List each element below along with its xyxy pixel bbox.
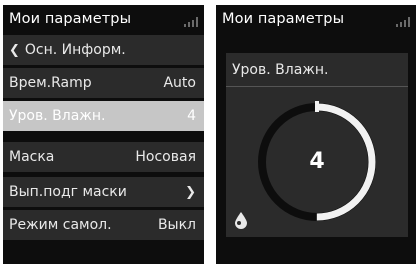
- menu-item-value: Носовая: [135, 149, 196, 165]
- menu-item-label: Маска: [9, 149, 55, 165]
- menu-item-label: Вып.подг маски: [9, 184, 127, 200]
- humidity-value: 4: [309, 149, 325, 174]
- settings-menu-screen: Мои параметры ❮ Осн. Информ. Врем.Ramp A…: [3, 5, 204, 264]
- menu-item-label: Уров. Влажн.: [9, 108, 106, 124]
- water-drop-icon: [235, 212, 247, 229]
- status-bar: Мои параметры: [216, 5, 416, 33]
- menu-item-value: Выкл: [157, 217, 196, 233]
- signal-icon: [396, 17, 410, 27]
- chevron-left-icon: ❮: [9, 42, 20, 58]
- chevron-right-icon: ❯: [185, 184, 196, 200]
- menu-item-value: 4: [187, 108, 196, 124]
- menu-item-mask[interactable]: Маска Носовая: [3, 142, 204, 172]
- screen-title: Мои параметры: [9, 11, 132, 27]
- menu-item-label: Врем.Ramp: [9, 75, 92, 91]
- screen-title: Мои параметры: [222, 11, 345, 27]
- menu-item-label: Режим самол.: [9, 217, 112, 233]
- status-bar: Мои параметры: [3, 5, 204, 33]
- humidity-setting-screen: Мои параметры Уров. Влажн. 4: [216, 5, 416, 264]
- menu-item-ramp-time[interactable]: Врем.Ramp Auto: [3, 68, 204, 98]
- menu-item-back[interactable]: ❮ Осн. Информ.: [3, 35, 204, 65]
- humidity-panel[interactable]: Уров. Влажн. 4: [226, 53, 408, 237]
- menu-item-mask-fit[interactable]: Вып.подг маски ❯: [3, 177, 204, 207]
- signal-icon: [184, 17, 198, 27]
- menu-item-label: Осн. Информ.: [24, 42, 126, 58]
- gauge-indicator-tick: [315, 101, 319, 112]
- menu-item-humidity-level[interactable]: Уров. Влажн. 4: [3, 101, 204, 131]
- menu-item-value: Auto: [163, 75, 196, 91]
- menu-item-airplane-mode[interactable]: Режим самол. Выкл: [3, 210, 204, 240]
- setting-label: Уров. Влажн.: [226, 53, 408, 87]
